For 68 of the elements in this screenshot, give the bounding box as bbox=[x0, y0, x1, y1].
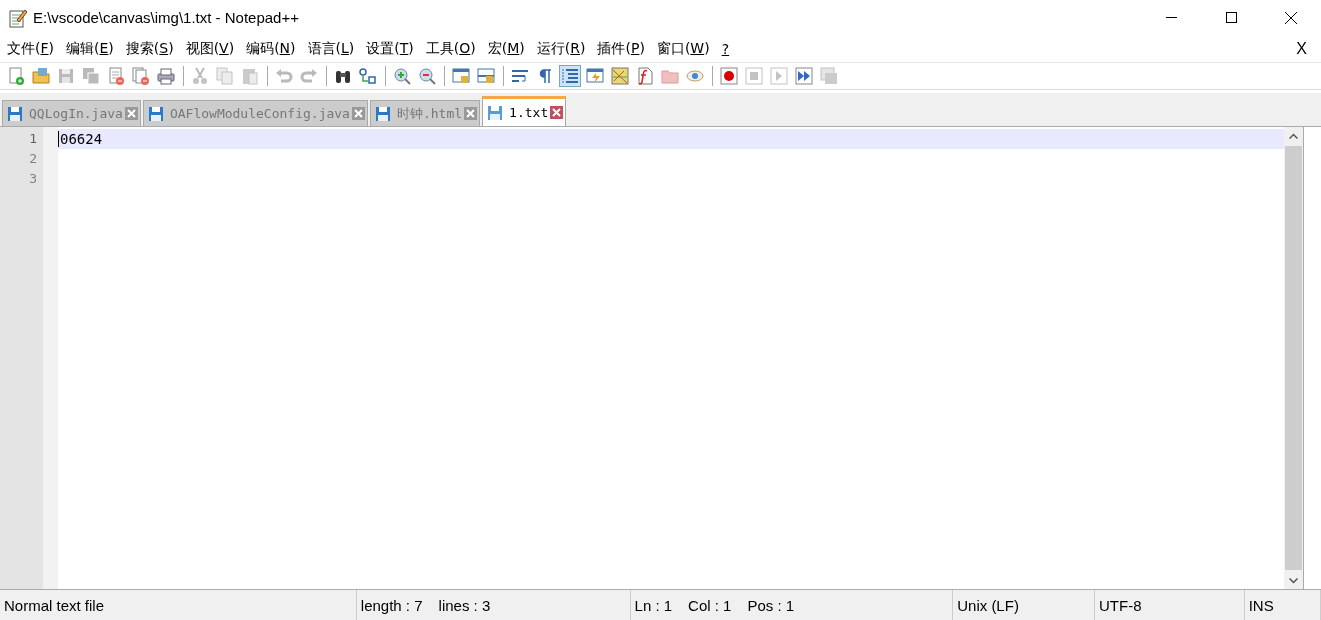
menu-item[interactable]: 文件(F) bbox=[0, 39, 59, 58]
menu-item[interactable]: 宏(M) bbox=[480, 39, 530, 58]
clipboard-icon bbox=[241, 67, 259, 85]
copy-icon bbox=[216, 67, 234, 85]
menu-item[interactable]: 编码(N) bbox=[239, 39, 301, 58]
stop-icon bbox=[745, 67, 763, 85]
lines-count-label: lines : 3 bbox=[438, 596, 491, 614]
menu-item[interactable]: 搜索(S) bbox=[118, 39, 179, 58]
toolbar-button[interactable] bbox=[793, 65, 815, 87]
file-tab[interactable]: 1.txt bbox=[482, 96, 567, 126]
folder-icon bbox=[661, 67, 679, 85]
insert-mode-label: INS bbox=[1248, 596, 1274, 614]
menu-item[interactable]: 视图(V) bbox=[178, 39, 240, 58]
macro-list-icon bbox=[820, 67, 838, 85]
file-type-label: Normal text file bbox=[4, 596, 105, 614]
redo-arrow-icon bbox=[300, 67, 318, 85]
chevron-up-icon bbox=[1289, 132, 1298, 139]
close-tab-icon[interactable] bbox=[550, 106, 564, 119]
menu-item[interactable]: ? bbox=[714, 40, 735, 57]
close-icon bbox=[1285, 11, 1297, 24]
close-document-button[interactable]: X bbox=[1296, 39, 1307, 58]
record-icon bbox=[720, 67, 738, 85]
window-lock-icon bbox=[477, 67, 495, 85]
zoom-out-icon bbox=[418, 67, 436, 85]
maximize-icon bbox=[1225, 12, 1237, 23]
scrollbar-thumb[interactable] bbox=[1285, 146, 1302, 570]
close-tab-icon[interactable] bbox=[124, 107, 138, 120]
new-file-icon bbox=[7, 67, 25, 85]
zoom-in-icon bbox=[393, 67, 411, 85]
column-position-label: Col : 1 bbox=[688, 596, 732, 614]
menu-item[interactable]: 插件(P) bbox=[590, 39, 650, 58]
floppy-disks-icon bbox=[82, 67, 100, 85]
scissors-icon bbox=[191, 67, 209, 85]
menu-item[interactable]: 运行(R) bbox=[529, 39, 591, 58]
line-number: 2 bbox=[29, 150, 38, 168]
close-files-icon bbox=[132, 67, 150, 85]
menu-item[interactable]: 窗口(W) bbox=[649, 39, 715, 58]
encoding-label: UTF-8 bbox=[1099, 596, 1142, 614]
close-tab-icon[interactable] bbox=[351, 107, 365, 120]
play-icon bbox=[770, 67, 788, 85]
menu-item[interactable]: 设置(T) bbox=[359, 39, 419, 58]
chevron-down-icon bbox=[1289, 577, 1298, 584]
undo-arrow-icon bbox=[275, 67, 293, 85]
word-wrap-icon bbox=[511, 67, 529, 85]
window-title: E:\vscode\canvas\img\1.txt - Notepad++ bbox=[33, 9, 300, 26]
replace-icon bbox=[359, 67, 377, 85]
close-file-icon bbox=[107, 67, 125, 85]
indent-guide-icon bbox=[561, 67, 579, 85]
lightning-window-icon bbox=[586, 67, 604, 85]
open-folder-icon bbox=[32, 67, 50, 85]
window-lock-icon bbox=[452, 67, 470, 85]
map-icon bbox=[611, 67, 629, 85]
notepad-icon bbox=[9, 7, 27, 28]
line-ending-label: Unix (LF) bbox=[957, 596, 1019, 614]
close-tab-icon[interactable] bbox=[464, 107, 478, 120]
function-document-icon bbox=[636, 67, 654, 85]
line-number: 1 bbox=[29, 130, 38, 148]
eye-icon bbox=[686, 67, 704, 85]
menu-item[interactable]: 语言(L) bbox=[300, 39, 360, 58]
line-position-label: Ln : 1 bbox=[634, 596, 673, 614]
position-label: Pos : 1 bbox=[747, 596, 795, 614]
line-number: 3 bbox=[29, 170, 38, 188]
fast-forward-icon bbox=[795, 67, 813, 85]
length-label: length : 7 bbox=[360, 596, 423, 614]
code-text: 06624 bbox=[58, 131, 103, 147]
printer-icon bbox=[157, 67, 175, 85]
menu-item[interactable]: 工具(O) bbox=[418, 39, 481, 58]
menu-item[interactable]: 编辑(E) bbox=[59, 39, 119, 58]
